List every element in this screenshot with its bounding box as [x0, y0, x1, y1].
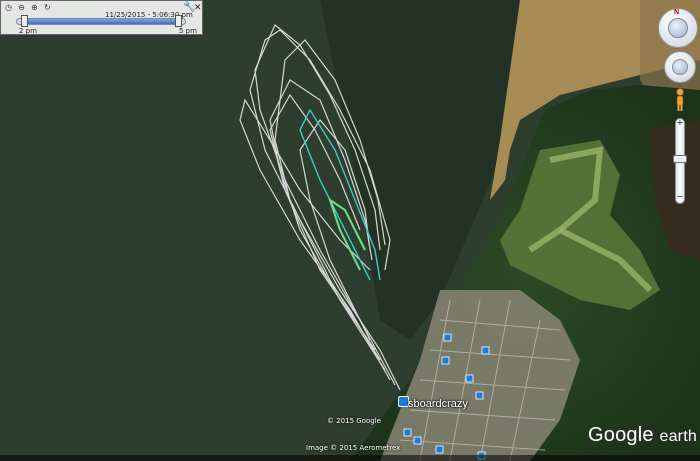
- zoom-out-button[interactable]: −: [674, 192, 686, 204]
- north-indicator[interactable]: N: [674, 9, 679, 16]
- move-joystick[interactable]: [672, 59, 688, 75]
- zoom-in-button[interactable]: +: [674, 118, 686, 130]
- placemark-label[interactable]: sboardcrazy: [408, 398, 468, 410]
- time-slider-end-handle[interactable]: [175, 15, 182, 27]
- look-joystick[interactable]: [668, 18, 688, 38]
- loop-icon[interactable]: ↻: [43, 3, 52, 12]
- google-earth-logo: Google earth: [588, 424, 697, 447]
- move-control[interactable]: [664, 51, 696, 83]
- satellite-map[interactable]: [0, 0, 700, 461]
- copyright-imagery: Image © 2015 Aerometrex: [306, 444, 401, 452]
- time-slider-range: [24, 19, 180, 24]
- time-slider-start-label: 2 pm: [19, 27, 37, 35]
- status-bar: [0, 455, 700, 461]
- clock-icon[interactable]: ◷: [4, 3, 13, 12]
- time-slider-end-label: 5 pm: [179, 27, 197, 35]
- time-slider[interactable]: ◷ ⊖ ⊕ ↻ 11/25/2015 - 5:06:30 pm 🔧 ✕ 2 pm…: [0, 0, 203, 35]
- copyright-google: © 2015 Google: [327, 417, 381, 425]
- logo-text: Google: [588, 424, 654, 446]
- zoom-slider-knob[interactable]: [673, 155, 687, 163]
- time-slider-icons: ◷ ⊖ ⊕ ↻: [4, 3, 52, 13]
- look-control[interactable]: N: [658, 8, 698, 48]
- street-view-pegman-icon[interactable]: [674, 88, 686, 112]
- logo-suffix: earth: [659, 428, 697, 445]
- time-slider-start-handle[interactable]: [21, 15, 28, 27]
- zoom-in-icon[interactable]: ⊕: [30, 3, 39, 12]
- close-icon[interactable]: ✕: [194, 2, 202, 13]
- zoom-out-icon[interactable]: ⊖: [17, 3, 26, 12]
